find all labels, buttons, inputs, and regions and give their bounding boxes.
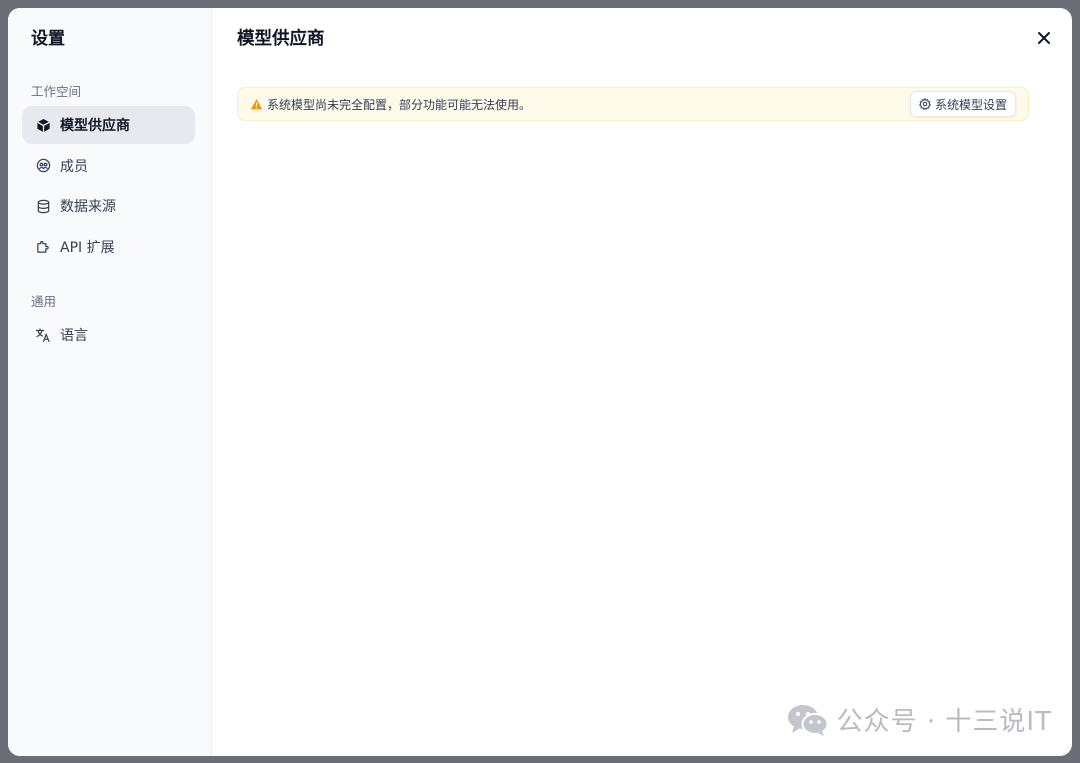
translate-icon (35, 327, 51, 343)
puzzle-icon (35, 239, 51, 255)
close-icon (1037, 31, 1051, 45)
sidebar-item-label: API 扩展 (60, 239, 115, 256)
warning-icon (250, 98, 263, 111)
page-title: 模型供应商 (237, 29, 325, 49)
watermark: 公众号 · 十三说IT (787, 701, 1052, 738)
general-nav: 语言 (22, 316, 195, 354)
warning-text: 系统模型尚未完全配置，部分功能可能无法使用。 (267, 97, 532, 112)
settings-main: 模型供应商 系统模型尚未完全配置，部分功能可能无法使用。 系统模型设置 公众号 … (212, 8, 1072, 756)
close-button[interactable] (1034, 28, 1054, 48)
settings-sidebar: 设置 工作空间 模型供应商 成员 数据来源 API 扩展 通用 语言 (8, 8, 212, 756)
database-icon (35, 198, 51, 214)
settings-dialog: 设置 工作空间 模型供应商 成员 数据来源 API 扩展 通用 语言 模型供应商… (8, 8, 1072, 756)
workspace-nav: 模型供应商 成员 数据来源 API 扩展 (22, 106, 195, 266)
system-model-settings-button[interactable]: 系统模型设置 (909, 91, 1016, 117)
sidebar-item-language[interactable]: 语言 (22, 316, 195, 354)
group-label-workspace: 工作空间 (31, 84, 82, 99)
sidebar-item-api-extension[interactable]: API 扩展 (22, 228, 195, 266)
sidebar-item-members[interactable]: 成员 (22, 147, 195, 185)
group-label-general: 通用 (31, 293, 57, 309)
cube-icon (35, 117, 51, 133)
sidebar-item-label: 成员 (60, 158, 88, 175)
members-icon (35, 158, 51, 174)
system-model-settings-label: 系统模型设置 (934, 97, 1007, 112)
sidebar-item-data-source[interactable]: 数据来源 (22, 187, 195, 225)
system-model-warning-banner: 系统模型尚未完全配置，部分功能可能无法使用。 系统模型设置 (237, 87, 1029, 121)
gear-icon (918, 98, 931, 110)
wechat-icon (787, 703, 829, 737)
sidebar-item-label: 模型供应商 (60, 118, 130, 134)
sidebar-title: 设置 (31, 29, 65, 49)
sidebar-item-label: 语言 (60, 327, 88, 344)
sidebar-item-model-provider[interactable]: 模型供应商 (22, 106, 195, 144)
sidebar-item-label: 数据来源 (60, 199, 116, 215)
watermark-text: 公众号 · 十三说IT (836, 707, 1052, 737)
